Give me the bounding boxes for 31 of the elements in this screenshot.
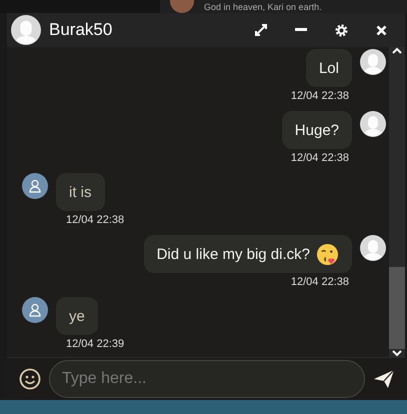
message-text: Lol (318, 60, 339, 76)
scroll-up-icon[interactable] (392, 47, 402, 55)
user-avatar-icon (22, 173, 48, 199)
emoji-icon[interactable] (19, 368, 41, 390)
settings-icon (334, 24, 348, 36)
avatar-icon (11, 15, 41, 45)
scrollbar[interactable] (389, 47, 405, 358)
message-time: 12/04 22:38 (290, 276, 349, 289)
scrollbar-thumb[interactable] (389, 267, 405, 350)
expand-icon (254, 23, 268, 37)
message-text: it is (69, 184, 92, 200)
user-avatar-icon (22, 297, 48, 323)
message-input[interactable]: Type here... (49, 360, 365, 398)
message-time: 12/04 22:38 (290, 152, 349, 165)
send-icon[interactable] (373, 369, 395, 390)
message-time: 12/04 22:39 (66, 338, 124, 351)
message-text: Huge? (294, 122, 339, 138)
window-title: Burak50 (49, 20, 114, 40)
avatar-icon (360, 111, 386, 137)
close-icon (376, 24, 386, 36)
avatar-icon (360, 49, 386, 75)
avatar-icon (360, 235, 386, 261)
post-text: God in heaven, Kari on earth. (204, 2, 322, 12)
message-text: Did u like my big di.ck? (156, 246, 310, 262)
kiss-emoji-icon (316, 242, 339, 266)
post-thumbnail (170, 0, 194, 13)
message-time: 12/04 22:38 (66, 214, 124, 227)
scroll-down-icon[interactable] (392, 349, 402, 358)
message-text: ye (69, 308, 85, 324)
minimize-icon (295, 28, 307, 32)
message-time: 12/04 22:38 (290, 90, 349, 103)
